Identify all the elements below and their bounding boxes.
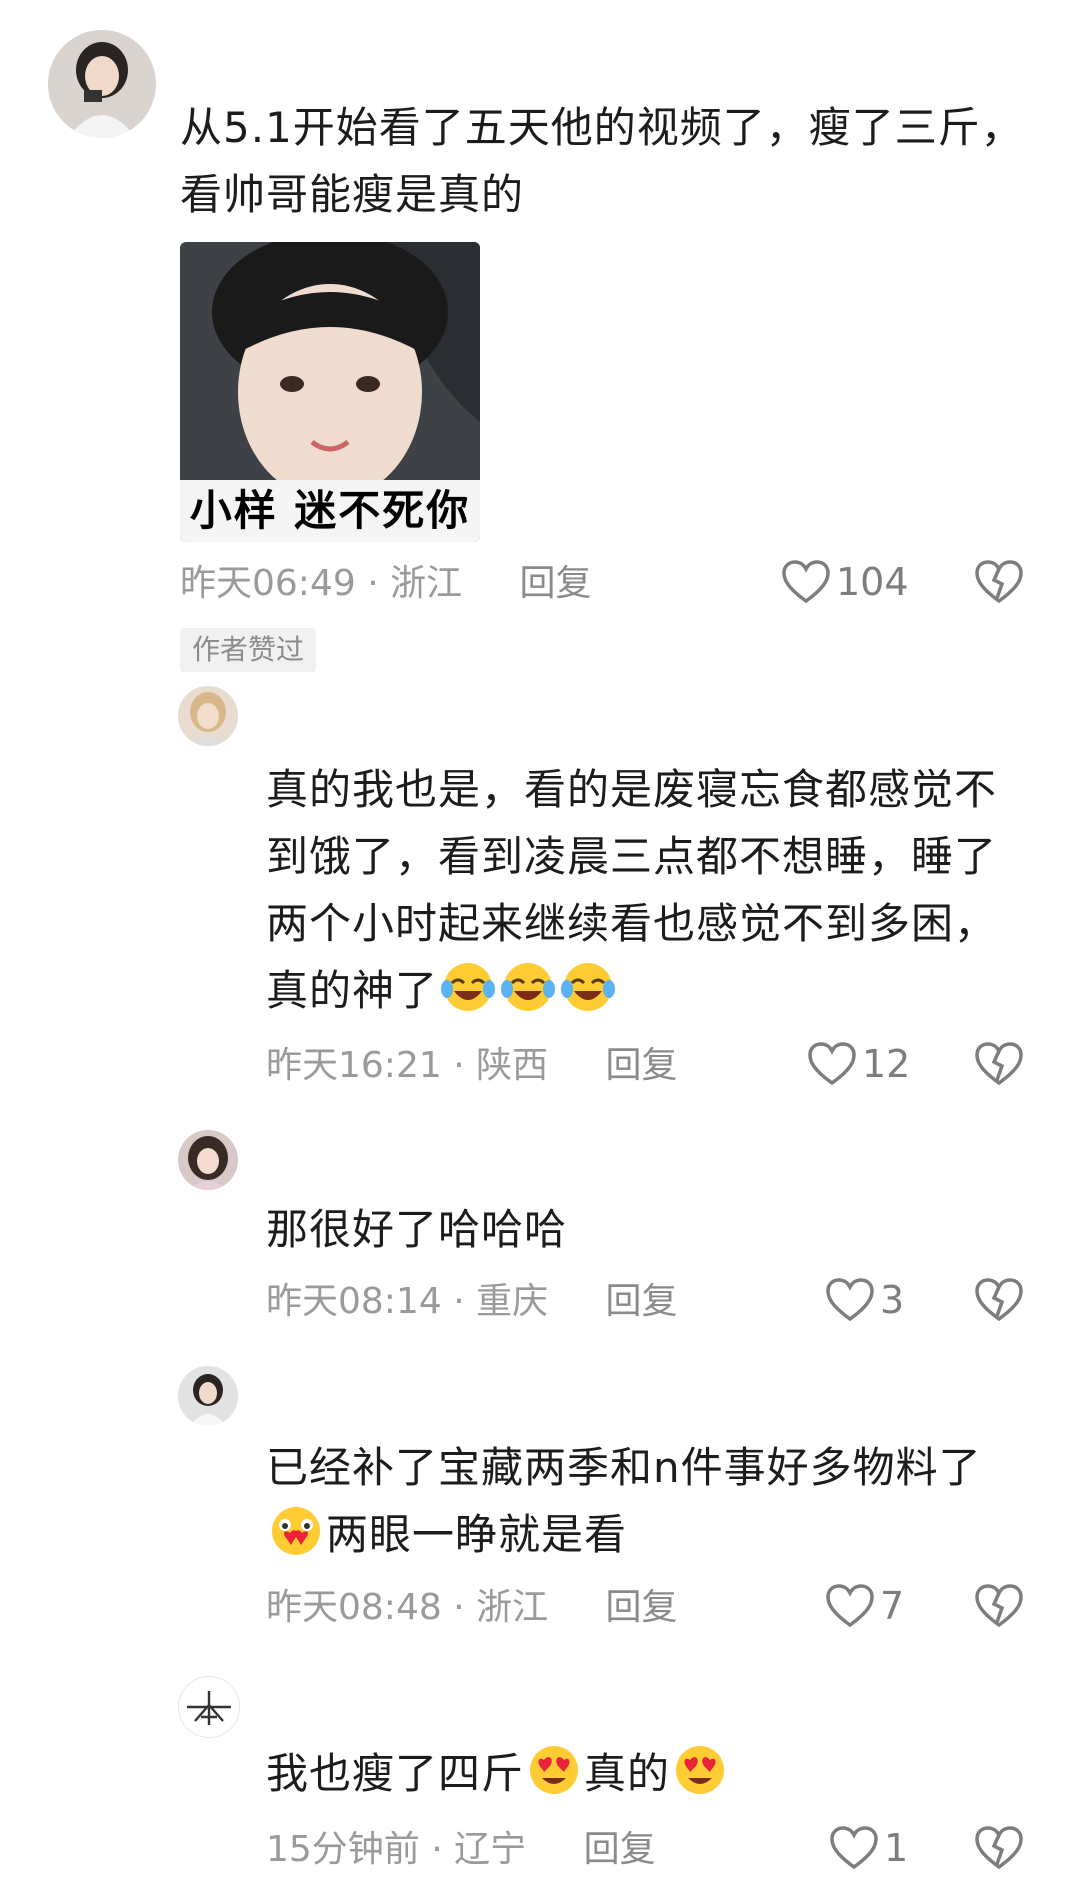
broken-heart-icon xyxy=(975,1826,1023,1870)
comment-meta: 昨天08:14 · 重庆 回复 xyxy=(266,1280,678,1324)
comment-text: 那很好了哈哈哈 xyxy=(266,1196,1046,1263)
comment-line-text: 真的 xyxy=(584,1749,671,1798)
dislike-button[interactable] xyxy=(975,1826,1023,1870)
star-struck-hearts-emoji xyxy=(671,1742,729,1815)
avatar[interactable] xyxy=(178,1130,238,1190)
comment-line: 从5.1开始看了五天他的视频了，瘦了三斤， xyxy=(180,103,1024,152)
timestamp-location: 昨天08:48 · 浙江 xyxy=(266,1587,549,1628)
like-count: 3 xyxy=(880,1278,905,1322)
broken-heart-icon xyxy=(975,560,1023,604)
like-count: 12 xyxy=(862,1042,911,1086)
comment-meta: 昨天06:49 · 浙江 回复 xyxy=(180,562,592,606)
heart-icon xyxy=(830,1826,878,1870)
broken-heart-icon xyxy=(975,1042,1023,1086)
heart-icon xyxy=(808,1042,856,1086)
reply-button[interactable]: 回复 xyxy=(606,1045,678,1086)
comment-line-text: 我也瘦了四斤 xyxy=(266,1749,525,1798)
avatar[interactable] xyxy=(178,686,238,746)
heart-icon xyxy=(826,1278,874,1322)
comment-text: 我也瘦了四斤 真的 xyxy=(266,1740,1046,1815)
comment-text: 真的我也是，看的是废寝忘食都感觉不 到饿了，看到凌晨三点都不想睡，睡了 两个小时… xyxy=(266,756,1046,1032)
comment-line: 两个小时起来继续看也感觉不到多困， xyxy=(266,899,998,948)
comment-line: 两眼一睁就是看 xyxy=(266,1501,1046,1576)
avatar[interactable] xyxy=(178,1366,238,1426)
laughing-crying-emoji xyxy=(559,959,617,1032)
comment-line: 那很好了哈哈哈 xyxy=(266,1205,568,1254)
timestamp-location: 昨天06:49 · 浙江 xyxy=(180,563,463,604)
like-count: 104 xyxy=(836,560,909,604)
comment-text: 从5.1开始看了五天他的视频了，瘦了三斤， 看帅哥能瘦是真的 xyxy=(180,94,1040,228)
like-button[interactable]: 12 xyxy=(808,1042,910,1086)
comment-line-text: 真的神了 xyxy=(266,966,439,1015)
author-liked-badge: 作者赞过 xyxy=(180,628,317,672)
star-struck-hearts-emoji xyxy=(525,1742,583,1815)
like-button[interactable]: 1 xyxy=(830,1826,908,1870)
timestamp-location: 15分钟前 · 辽宁 xyxy=(266,1829,527,1870)
comment-line: 已经补了宝藏两季和n件事好多物料了 xyxy=(266,1443,982,1492)
avatar[interactable] xyxy=(48,30,156,138)
sticker-image[interactable]: 小样 迷不死你 xyxy=(180,242,480,542)
laughing-crying-emoji xyxy=(439,959,497,1032)
comment-line: 我也瘦了四斤 真的 xyxy=(266,1740,1046,1815)
heart-eyes-sob-emoji xyxy=(267,1503,325,1576)
heart-icon xyxy=(826,1584,874,1628)
comment-text: 已经补了宝藏两季和n件事好多物料了 两眼一睁就是看 xyxy=(266,1434,1046,1576)
reply-button[interactable]: 回复 xyxy=(584,1829,656,1870)
like-button[interactable]: 104 xyxy=(782,560,909,604)
reply-button[interactable]: 回复 xyxy=(520,563,592,604)
sticker-caption: 小样 迷不死你 xyxy=(180,480,480,542)
reply-button[interactable]: 回复 xyxy=(606,1281,678,1322)
comment-meta: 昨天16:21 · 陕西 回复 xyxy=(266,1044,678,1088)
laughing-crying-emoji xyxy=(499,959,557,1032)
dislike-button[interactable] xyxy=(975,560,1023,604)
like-count: 7 xyxy=(880,1584,905,1628)
comment-line: 看帅哥能瘦是真的 xyxy=(180,170,525,219)
dislike-button[interactable] xyxy=(975,1584,1023,1628)
comment-line: 到饿了，看到凌晨三点都不想睡，睡了 xyxy=(266,832,998,881)
avatar[interactable] xyxy=(178,1676,240,1738)
heart-icon xyxy=(782,560,830,604)
comment-meta: 昨天08:48 · 浙江 回复 xyxy=(266,1586,678,1630)
like-count: 1 xyxy=(884,1826,909,1870)
broken-heart-icon xyxy=(975,1278,1023,1322)
broken-heart-icon xyxy=(975,1584,1023,1628)
comment-line: 真的我也是，看的是废寝忘食都感觉不 xyxy=(266,765,998,814)
timestamp-location: 昨天16:21 · 陕西 xyxy=(266,1045,549,1086)
dislike-button[interactable] xyxy=(975,1042,1023,1086)
like-button[interactable]: 3 xyxy=(826,1278,904,1322)
like-button[interactable]: 7 xyxy=(826,1584,904,1628)
comment-line-text: 两眼一睁就是看 xyxy=(326,1510,628,1559)
reply-button[interactable]: 回复 xyxy=(606,1587,678,1628)
timestamp-location: 昨天08:14 · 重庆 xyxy=(266,1281,549,1322)
comment-line: 真的神了 xyxy=(266,957,1046,1032)
dislike-button[interactable] xyxy=(975,1278,1023,1322)
comment-meta: 15分钟前 · 辽宁 回复 xyxy=(266,1828,656,1872)
